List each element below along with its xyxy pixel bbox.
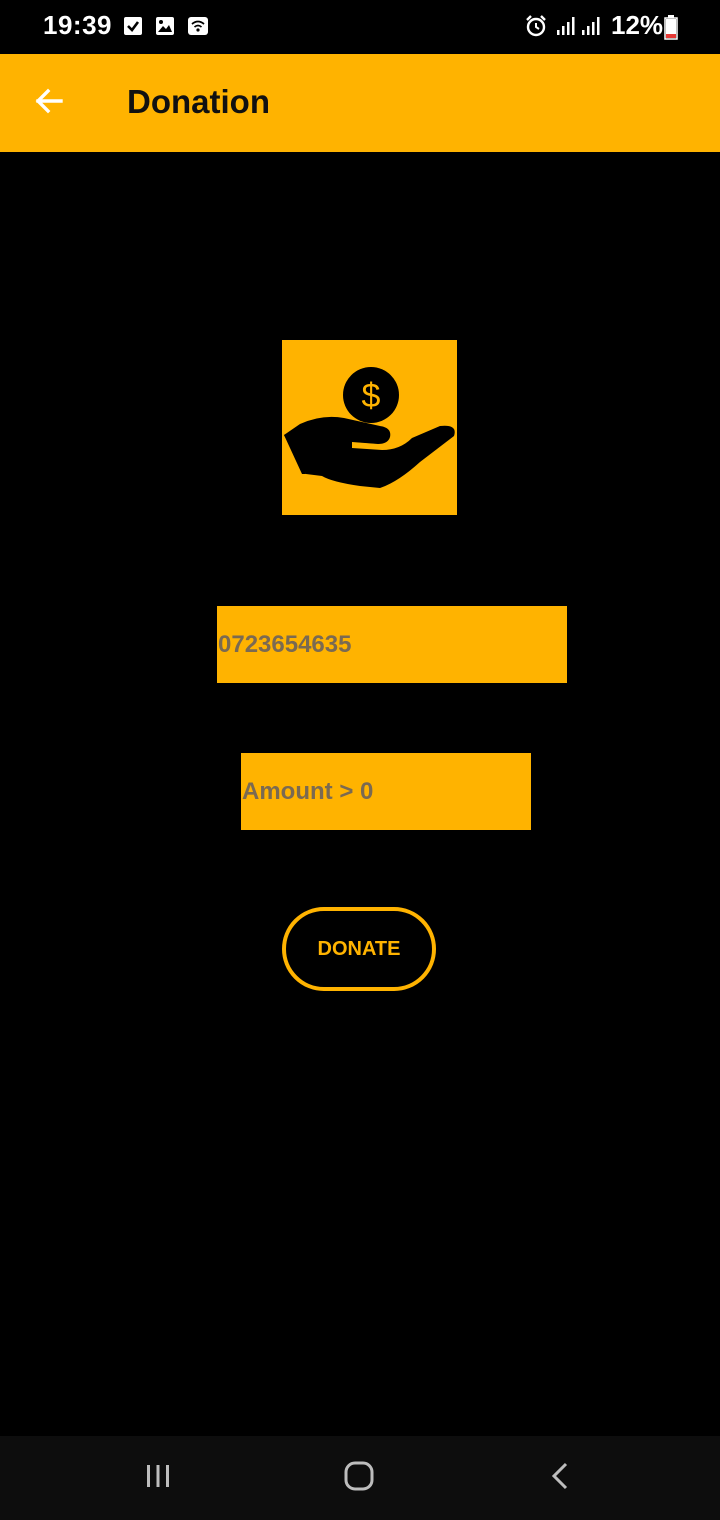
back-button[interactable] (24, 78, 74, 128)
home-icon (343, 1460, 375, 1497)
signal-icon (555, 15, 577, 37)
status-time: 19:39 (43, 10, 112, 40)
wifi-icon (187, 15, 209, 37)
image-notification-icon (154, 15, 176, 37)
system-back-button[interactable] (539, 1456, 583, 1500)
signal-icon (580, 15, 602, 37)
page-title: Donation (127, 83, 270, 120)
battery-percent: 12% (611, 10, 664, 40)
recent-apps-button[interactable] (136, 1456, 180, 1500)
back-icon (546, 1461, 576, 1496)
alarm-icon (524, 14, 548, 38)
donate-button-label: DONATE (317, 937, 401, 960)
recent-apps-icon (143, 1461, 173, 1496)
phone-number-input[interactable] (217, 606, 567, 683)
hand-holding-dollar-icon: $ (282, 340, 457, 515)
dollar-symbol: $ (362, 377, 381, 415)
arrow-left-icon (33, 85, 65, 122)
battery-icon (663, 14, 679, 40)
checkbox-notification-icon (122, 15, 144, 37)
donate-button[interactable]: DONATE (282, 907, 436, 991)
home-button[interactable] (337, 1456, 381, 1500)
amount-input[interactable] (241, 753, 531, 830)
navigation-bar (0, 1436, 720, 1520)
status-bar: 19:39 12% (0, 0, 720, 54)
donation-screen: 19:39 12% Donation $ 0723654635 Amount >… (0, 0, 720, 1520)
app-bar: Donation (0, 54, 720, 152)
